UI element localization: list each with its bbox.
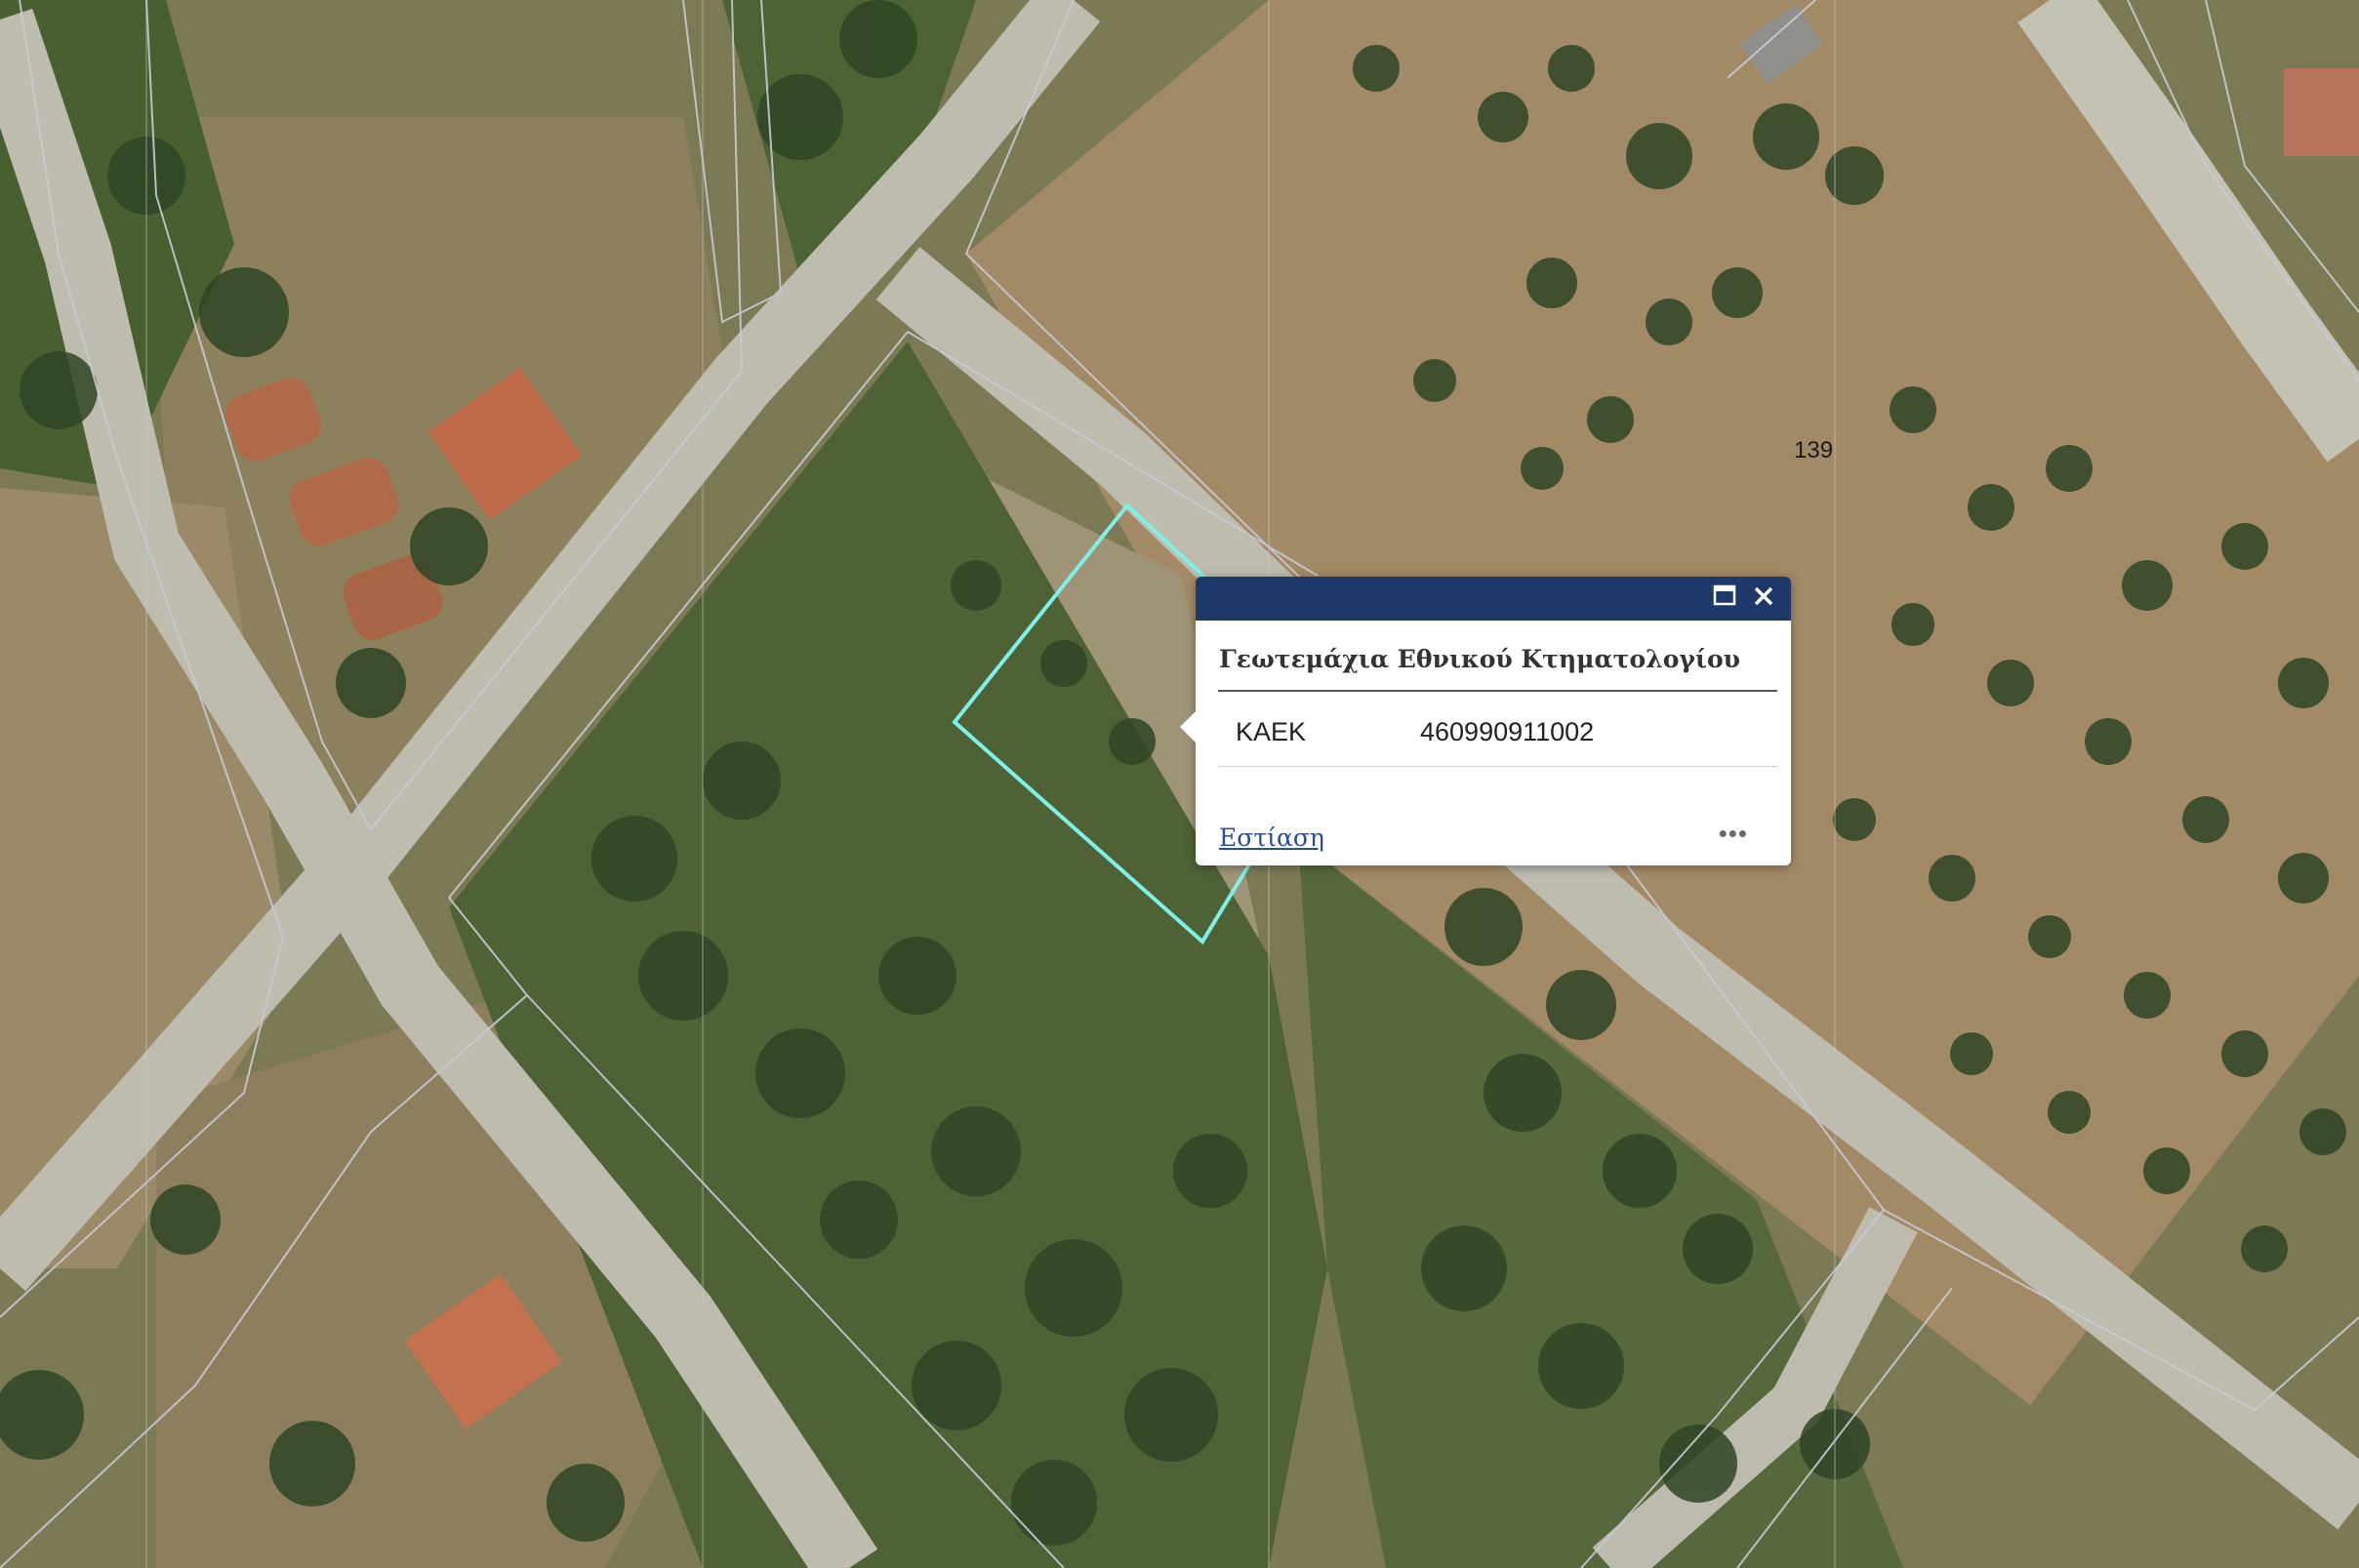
close-button[interactable] — [1752, 584, 1781, 614]
map-view[interactable]: 139 Γεωτεμάχια Εθνικού Κτηματολογίου ΚΑΕ… — [0, 0, 2359, 1568]
popup-pointer — [1180, 711, 1196, 743]
zoom-to-link[interactable]: Εστίαση — [1219, 824, 1324, 852]
satellite-imagery — [0, 0, 2359, 1568]
maximize-button[interactable] — [1713, 584, 1742, 614]
attribute-value: 460990911002 — [1420, 717, 1595, 746]
popup-header — [1196, 577, 1791, 621]
popup-title: Γεωτεμάχια Εθνικού Κτηματολογίου — [1219, 645, 1741, 673]
feature-popup: Γεωτεμάχια Εθνικού Κτηματολογίου ΚΑΕΚ 46… — [1180, 577, 1791, 865]
attribute-row: ΚΑΕΚ 460990911002 — [1218, 692, 1777, 767]
maximize-icon — [1713, 584, 1736, 606]
more-options-button[interactable]: ••• — [1719, 821, 1748, 846]
close-icon — [1754, 586, 1773, 606]
attribute-key: ΚΑΕΚ — [1236, 717, 1307, 746]
parcel-number-label: 139 — [1794, 437, 1834, 463]
